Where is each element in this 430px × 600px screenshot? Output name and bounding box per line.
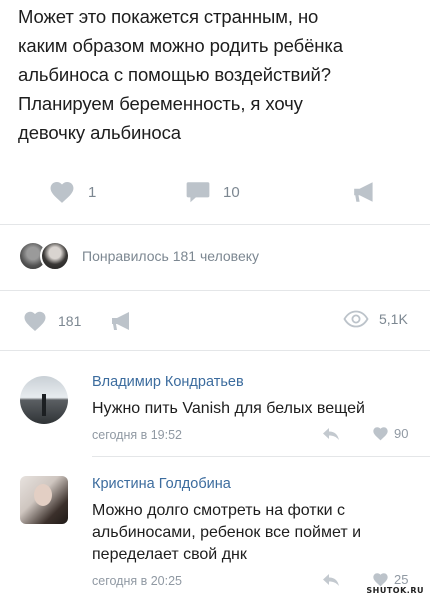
heart-icon: [50, 181, 74, 203]
comment-like-button[interactable]: 90: [372, 426, 408, 441]
heart-icon: [373, 573, 388, 587]
post-comment-count: 10: [223, 183, 240, 201]
comment-author[interactable]: Кристина Голдобина: [92, 476, 231, 492]
comment-avatar[interactable]: [20, 476, 68, 524]
views-count: 5,1K: [379, 311, 408, 327]
watermark: SHUTOK.RU: [366, 586, 424, 595]
comment-time: сегодня в 20:25: [92, 574, 182, 588]
views-indicator: 5,1K: [343, 310, 408, 328]
post-text: Может это покажется странным, но каким о…: [18, 6, 343, 143]
divider: [0, 350, 430, 351]
post-like-button[interactable]: 1: [48, 180, 96, 204]
share-icon: [112, 312, 129, 330]
post-share-button[interactable]: [352, 180, 378, 204]
reply-icon[interactable]: [322, 427, 340, 441]
post-like-count: 1: [88, 183, 97, 201]
comment-text: Нужно пить Vanish для белых вещей: [92, 400, 365, 417]
heart-icon: [373, 427, 388, 441]
post-comment-button[interactable]: 10: [185, 180, 240, 204]
liked-by-row[interactable]: Понравилось 181 человеку: [18, 236, 259, 276]
reply-icon[interactable]: [322, 573, 340, 587]
stats-like-count: 181: [58, 313, 82, 329]
comment-item: Кристина Голдобина Можно долго смотреть …: [0, 458, 430, 598]
share-icon: [354, 182, 373, 202]
stats-share-button[interactable]: [110, 310, 134, 332]
divider: [0, 290, 430, 291]
comment-icon: [186, 182, 210, 203]
comment-author[interactable]: Владимир Кондратьев: [92, 374, 244, 390]
liker-avatar: [40, 241, 70, 271]
comment-text: Можно долго смотреть на фотки с альбинос…: [92, 502, 362, 563]
comment-avatar[interactable]: [20, 376, 68, 424]
liked-by-text: Понравилось 181 человеку: [82, 248, 260, 264]
comment-like-button[interactable]: 25: [372, 572, 408, 587]
post-action-bar: 1 10: [0, 172, 430, 212]
stats-row: 181 5,1K: [0, 308, 430, 338]
heart-icon: [24, 311, 46, 331]
eye-icon: [343, 310, 369, 328]
divider: [0, 224, 430, 225]
comment-time: сегодня в 19:52: [92, 428, 182, 442]
divider: [92, 456, 430, 457]
comment-item: Владимир Кондратьев Нужно пить Vanish дл…: [0, 352, 430, 452]
comment-like-count: 90: [394, 426, 409, 441]
comment-like-count: 25: [394, 572, 409, 587]
stats-like-button[interactable]: 181: [22, 310, 81, 332]
